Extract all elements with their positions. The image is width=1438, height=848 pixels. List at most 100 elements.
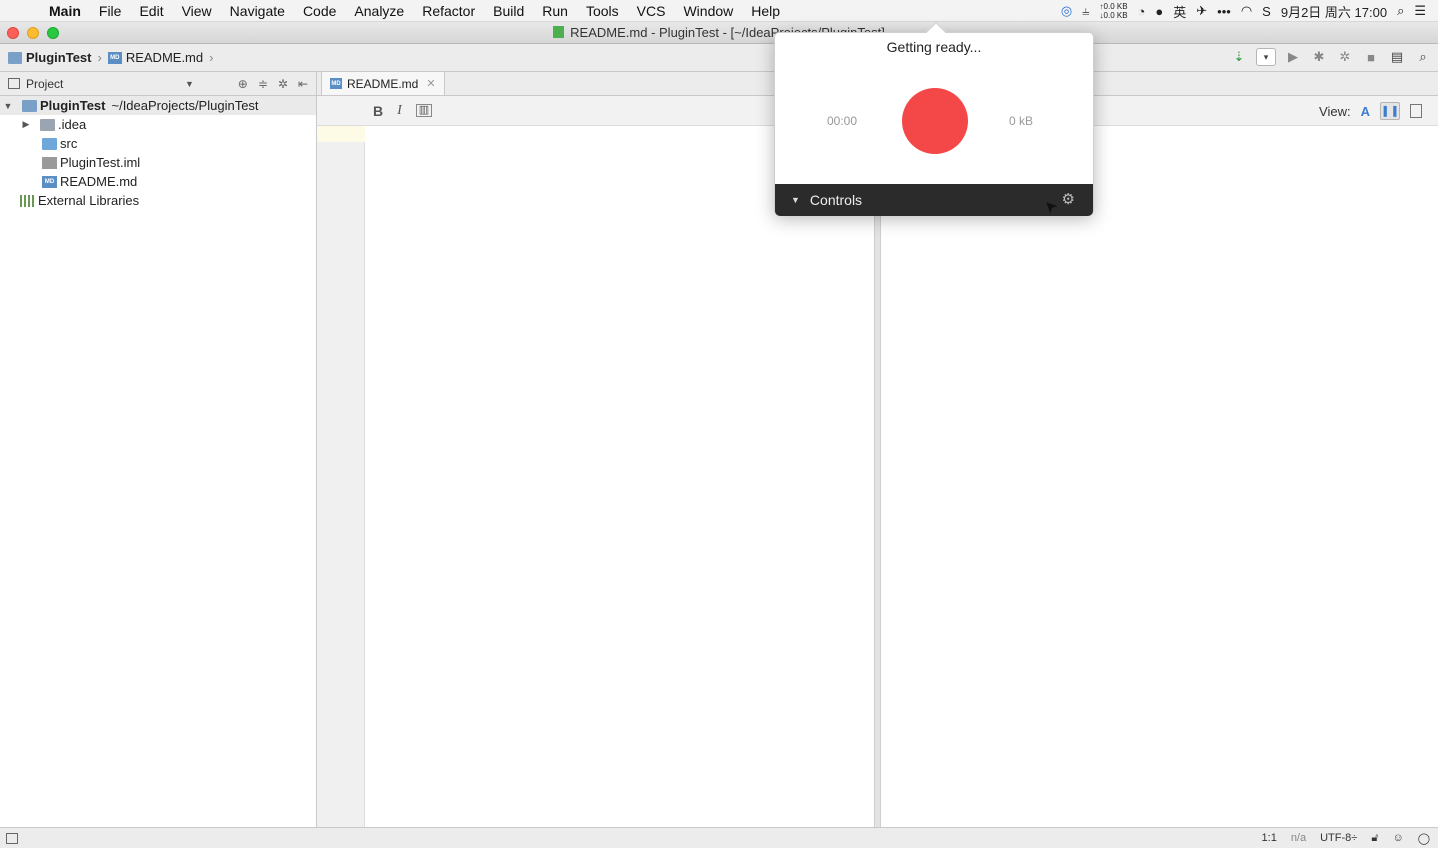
menu-file[interactable]: File [90,0,131,22]
menu-help[interactable]: Help [742,0,789,22]
coverage-icon[interactable]: ✲ [1336,48,1354,66]
tool-windows-toggle-icon[interactable] [6,832,18,844]
current-line-highlight [317,126,365,142]
tree-item-label: README.md [60,174,138,189]
tree-item-label: PluginTest.iml [60,155,141,170]
net-down: ↓0.0 KB [1099,11,1128,20]
network-speed: ↑0.0 KB ↓0.0 KB [1100,2,1128,20]
tab-readme[interactable]: MD README.md ✕ [321,71,445,95]
breadcrumb-separator: › [97,50,102,65]
more-icon[interactable]: ••• [1217,4,1231,19]
inspector-icon[interactable]: ☺ [1392,832,1403,844]
file-encoding[interactable]: UTF-8÷ [1320,832,1357,844]
menu-navigate[interactable]: Navigate [221,0,294,22]
menu-clock[interactable]: 9月2日 周六 17:00 [1281,2,1387,21]
preview-only-view-button[interactable] [1410,104,1422,118]
collapse-all-icon[interactable]: ≑ [258,77,268,91]
status-indicators: 1:1 n/a UTF-8÷ 🔓︎ ☺ ◯ [1262,832,1430,845]
close-icon[interactable]: ✕ [426,77,435,90]
tree-item-iml[interactable]: PluginTest.iml [0,153,316,172]
table-icon[interactable]: ▥ [415,104,433,117]
iml-file-icon [42,156,57,169]
gear-icon[interactable]: ✲ [278,77,288,91]
caret-position[interactable]: 1:1 [1262,832,1277,844]
macos-menu-bar: Main File Edit View Navigate Code Analyz… [0,0,1438,22]
source-folder-icon [42,137,57,150]
menu-refactor[interactable]: Refactor [413,0,484,22]
hide-panel-icon[interactable]: ⇤ [298,77,308,91]
markdown-file-icon: MD [330,78,342,89]
record-button[interactable] [902,88,968,154]
menu-vcs[interactable]: VCS [628,0,675,22]
tree-item-root[interactable]: ▼ PluginTest ~/IdeaProjects/PluginTest [0,96,316,115]
italic-button[interactable]: I [397,103,402,119]
project-panel-actions: ⊕ ≑ ✲ ⇤ [238,77,308,91]
tree-root-path: ~/IdeaProjects/PluginTest [111,98,259,113]
tree-item-src[interactable]: src [0,134,316,153]
editor-only-view-button[interactable]: A [1361,104,1370,119]
spotlight-search-icon[interactable]: ⌕ [1397,3,1404,19]
gear-icon[interactable]: ⚙ [1062,190,1075,208]
project-tool-window: Project ▼ ⊕ ≑ ✲ ⇤ ▼ PluginTest ~/IdeaPro… [0,72,317,827]
chevron-down-icon[interactable]: ▼ [185,79,194,89]
view-label: View: [1319,103,1351,119]
menu-tools[interactable]: Tools [577,0,628,22]
recorder-status-icon[interactable]: ◎ [1061,3,1072,19]
run-icon[interactable]: ▶ [1284,48,1302,66]
breadcrumb-file-label: README.md [125,50,204,65]
module-folder-icon [22,99,37,112]
search-everywhere-icon[interactable]: ⌕ [1414,48,1432,66]
input-method-indicator[interactable]: 英 [1173,2,1186,21]
menu-build[interactable]: Build [484,0,533,22]
menu-run[interactable]: Run [533,0,577,22]
split-divider[interactable] [874,126,881,827]
breadcrumb-project[interactable]: PluginTest › [8,50,102,65]
disclosure-triangle-icon[interactable]: ▼ [791,195,800,205]
project-structure-icon[interactable]: ▤ [1388,48,1406,66]
bold-button[interactable]: B [373,103,383,119]
qq-icon[interactable]: ● [1155,4,1163,19]
notification-center-icon[interactable]: ☰ [1414,3,1426,19]
locate-icon[interactable]: ⊕ [238,77,248,91]
markdown-preview [881,126,1438,827]
markdown-text-editor[interactable] [366,126,874,827]
line-gutter [317,126,365,827]
line-separator[interactable]: n/a [1291,832,1306,844]
breadcrumb-file[interactable]: MD README.md › [107,50,213,65]
net-up: ↑0.0 KB [1099,2,1128,11]
sync-icon[interactable]: S [1262,4,1271,19]
recorder-status: Getting ready... [886,39,982,55]
markdown-file-icon: MD [42,175,57,188]
run-config-dropdown[interactable]: ▾ [1256,48,1276,66]
debug-icon[interactable]: ✱ [1310,48,1328,66]
project-view-selector[interactable]: Project [26,77,63,91]
folder-icon [40,118,55,131]
collapsed-arrow-icon[interactable]: ▶ [20,119,32,130]
expand-arrow-icon[interactable]: ▼ [2,101,14,111]
recording-time: 00:00 [827,114,858,128]
tree-item-label: .idea [58,117,87,132]
tree-item-label: External Libraries [38,193,140,208]
markdown-file-icon [553,26,565,38]
menu-view[interactable]: View [173,0,221,22]
menu-window[interactable]: Window [674,0,742,22]
menu-edit[interactable]: Edit [130,0,172,22]
tree-item-readme[interactable]: MD README.md [0,172,316,191]
menu-code[interactable]: Code [294,0,345,22]
build-icon[interactable]: ⇣ [1230,48,1248,66]
menu-app-name[interactable]: Main [40,0,90,22]
project-panel-header: Project ▼ ⊕ ≑ ✲ ⇤ [0,72,316,96]
tree-item-label: src [60,136,78,151]
tree-item-external-libraries[interactable]: External Libraries [0,191,316,210]
tuning-icon[interactable]: ⫨ [1082,3,1089,19]
tab-label: README.md [347,76,419,91]
split-view-button[interactable]: ▌▐ [1380,102,1400,120]
lock-icon[interactable]: 🔓︎ [1371,832,1378,845]
send-icon[interactable]: ✈ [1196,3,1207,19]
wifi-icon[interactable]: ◠ [1241,3,1252,19]
chat-icon[interactable]: ◔ [1138,4,1146,19]
menu-analyze[interactable]: Analyze [345,0,413,22]
stop-icon[interactable]: ■ [1362,48,1380,66]
event-log-icon[interactable]: ◯ [1418,832,1430,845]
tree-item-idea[interactable]: ▶ .idea [0,115,316,134]
